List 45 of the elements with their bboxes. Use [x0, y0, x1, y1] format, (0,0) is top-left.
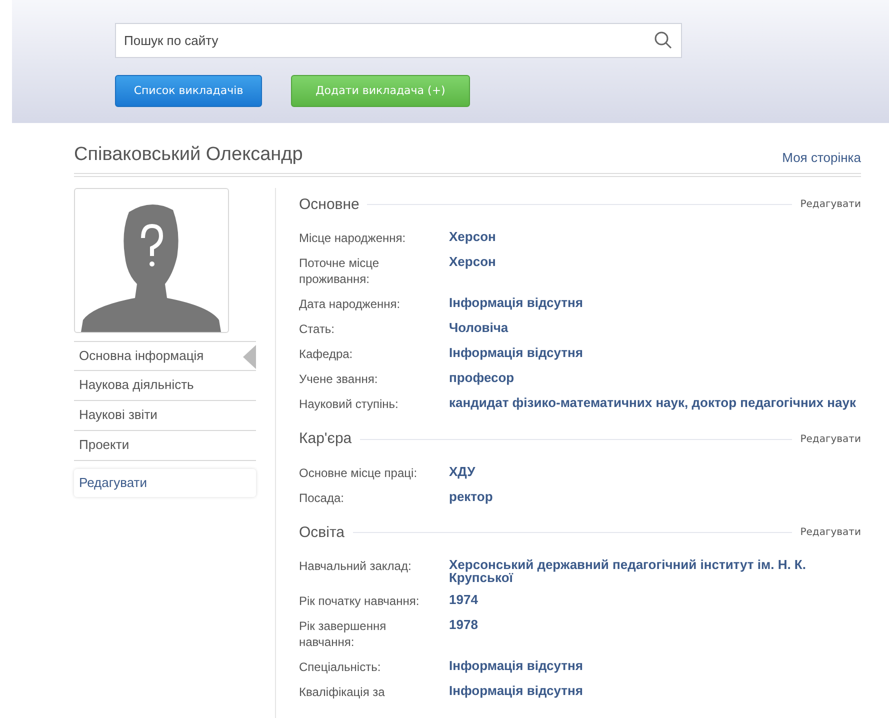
field-label: Науковий ступінь: [299, 396, 400, 412]
field-value: 1978 [449, 618, 479, 634]
field-value: професор [449, 371, 516, 387]
pointer-icon [243, 344, 256, 368]
field-label: Місце народження: [299, 230, 407, 246]
edit-link[interactable]: Редагувати [800, 197, 861, 212]
field-label: Кафедра: [299, 346, 354, 362]
field-label: Навчальний заклад: [299, 558, 412, 575]
section-title: Кар'єра [299, 429, 352, 449]
edit-link[interactable]: Редагувати [800, 432, 861, 447]
field-value: Інформація відсутня [449, 346, 584, 362]
sidebar-item[interactable]: Проекти [74, 430, 256, 460]
list-button[interactable]: Список викладачів [115, 75, 262, 107]
field-value: ректор [449, 490, 494, 506]
field-value: Чоловіча [449, 321, 510, 337]
field-label: Основне місце праці: [299, 464, 418, 480]
field-label: Посада: [299, 490, 345, 506]
field-value: Херсон [449, 255, 497, 271]
field-value: Інформація відсутня [449, 659, 584, 675]
field-value: ХДУ [449, 464, 476, 480]
field-value: Херсонський державний педагогічний інститут ім. Н. К. Крупської [449, 558, 807, 584]
field-value: кандидат фізико-математичних наук, доктор педагогічних наук [449, 396, 857, 412]
field-label: Рік завершення навчання: [299, 618, 388, 650]
field-value: Інформація відсутня [449, 684, 584, 700]
section-title: Основне [299, 194, 360, 214]
sidebar-item[interactable]: Наукові звіти [74, 400, 256, 430]
field-value: Херсон [449, 230, 497, 246]
field-label: Стать: [299, 321, 336, 337]
my-page-link[interactable]: Моя сторінка [782, 148, 861, 168]
field-label: Кваліфікація за [299, 684, 386, 700]
sidebar-item[interactable]: Основна інформація [74, 340, 256, 370]
field-label: Учене звання: [299, 371, 379, 387]
field-value: Інформація відсутня [449, 296, 584, 312]
search-icon[interactable] [654, 31, 672, 49]
sidebar-item[interactable]: Наукова діяльність [74, 370, 256, 400]
field-value: 1974 [449, 593, 479, 609]
edit-link[interactable]: Редагувати [74, 468, 256, 496]
profile-name: Співаковський Олександр [74, 143, 303, 167]
field-label: Рік початку навчання: [299, 593, 420, 609]
field-label: Спеціальність: [299, 659, 382, 675]
section-title: Освіта [299, 522, 345, 542]
edit-link[interactable]: Редагувати [800, 525, 861, 540]
field-label: Дата народження: [299, 296, 402, 312]
search-field[interactable]: Пошук по сайту [115, 23, 682, 58]
field-label: Поточне місце проживання: [299, 255, 380, 287]
